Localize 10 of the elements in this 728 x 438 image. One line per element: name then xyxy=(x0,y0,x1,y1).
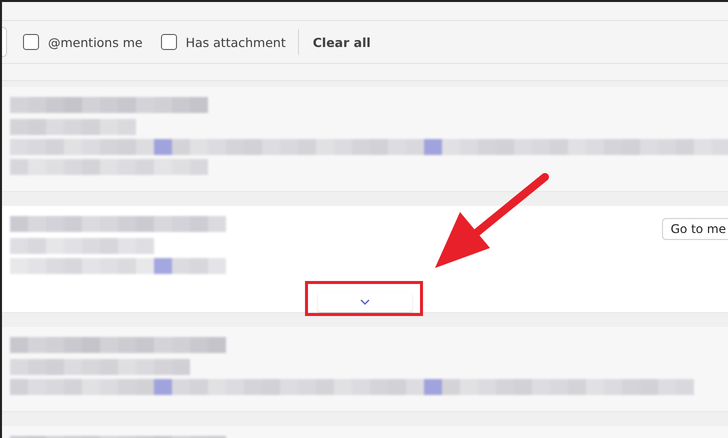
chevron-down-icon xyxy=(359,298,371,306)
search-result-card[interactable]: Go to me xyxy=(2,206,728,313)
filter-checkbox[interactable]: Has attachment xyxy=(160,34,286,50)
clear-all-button[interactable]: Clear all xyxy=(310,32,373,52)
search-result-card[interactable] xyxy=(2,327,728,412)
search-result-card[interactable] xyxy=(2,87,728,192)
go-to-message-button[interactable]: Go to me xyxy=(662,218,728,240)
search-field[interactable] xyxy=(2,27,7,57)
expand-button[interactable] xyxy=(318,292,412,312)
filter-checkbox[interactable]: @mentions me xyxy=(23,34,143,50)
